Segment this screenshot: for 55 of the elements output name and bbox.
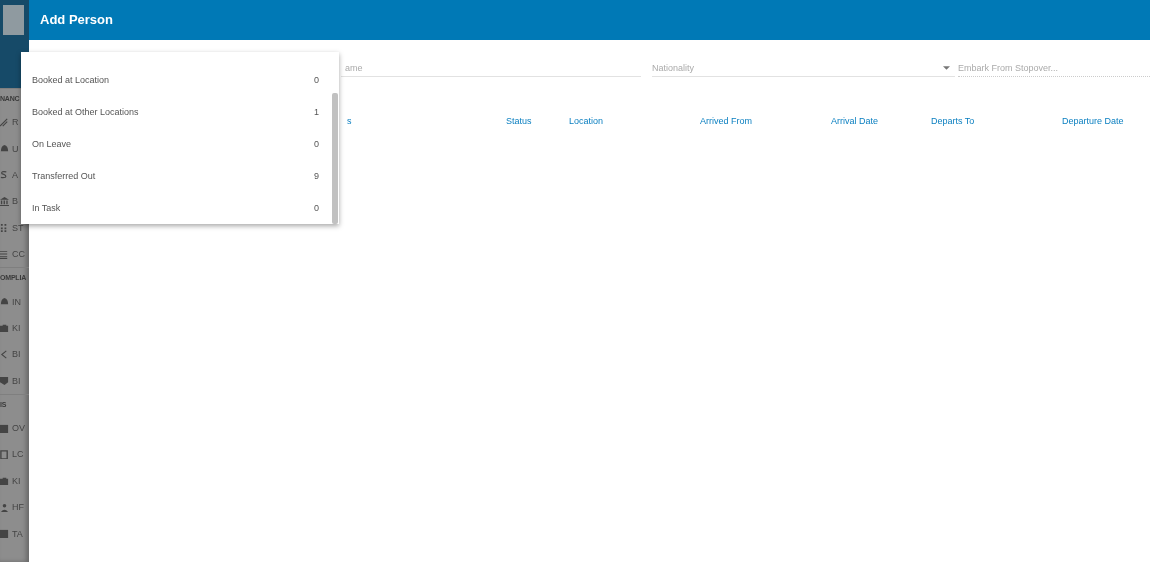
bell-icon (0, 297, 9, 307)
item-label: In Task (32, 203, 61, 213)
sidebar-item[interactable]: B (0, 188, 18, 215)
item-label: On Leave (32, 139, 72, 149)
item-count: 0 (314, 139, 319, 149)
item-count: 0 (314, 203, 319, 213)
slash-icon (0, 117, 9, 127)
column-header[interactable]: Departs To (931, 115, 1062, 127)
sidebar-item[interactable]: IN (0, 288, 21, 315)
item-label: Transferred Out (32, 171, 96, 181)
sidebar-item[interactable]: U (0, 135, 19, 162)
sidebar-item[interactable]: LC (0, 441, 24, 468)
bell-icon (0, 144, 9, 154)
menu-item[interactable]: On Leave 0 (21, 128, 332, 160)
item-count: 0 (314, 75, 319, 85)
sidebar-item[interactable]: BI (0, 367, 21, 394)
column-header[interactable]: Departure Date (1062, 115, 1124, 127)
logo-icon (3, 5, 24, 35)
caret-icon (943, 65, 950, 70)
sidebar-item[interactable]: OV (0, 414, 25, 442)
sidebar-item[interactable]: HF (0, 494, 24, 521)
menu-item[interactable]: In Task 0 (21, 192, 332, 224)
door-icon (0, 450, 9, 459)
shield-icon (0, 376, 9, 386)
menu-item[interactable]: Transferred Out 9 (21, 160, 332, 192)
column-header[interactable]: Location (569, 115, 700, 127)
column-header[interactable]: Status (506, 115, 569, 127)
dollar-icon (0, 170, 9, 180)
sidebar-item[interactable]: BI (0, 341, 21, 368)
scrollbar-thumb[interactable] (332, 93, 338, 224)
input-field[interactable]: Embark From Stopover... (958, 59, 1150, 77)
share-icon (0, 349, 9, 359)
list-icon (0, 249, 9, 259)
sidebar-item[interactable]: ST (0, 214, 24, 241)
dialog-title: Add Person (29, 0, 1150, 40)
item-label: Booked at Location (32, 75, 110, 85)
grid-icon (0, 223, 9, 233)
column-header[interactable]: Arrived From (700, 115, 831, 127)
sidebar-item[interactable]: CC (0, 240, 25, 268)
bank-icon (0, 196, 9, 206)
item-label: Booked at Other Locations (32, 107, 139, 117)
item-count: 9 (314, 171, 319, 181)
briefcase-icon (0, 323, 9, 333)
person-icon (0, 502, 9, 512)
column-header[interactable]: Arrival Date (831, 115, 931, 127)
select-field[interactable]: Nationality (652, 59, 955, 77)
input-field[interactable]: ame (341, 59, 641, 77)
item-count: 1 (314, 107, 319, 117)
sidebar-item[interactable]: A (0, 161, 18, 189)
sidebar-item[interactable]: KI (0, 314, 21, 342)
sidebar-item[interactable]: TA (0, 520, 23, 547)
sidebar-item[interactable]: KI (0, 467, 21, 495)
briefcase-icon (0, 476, 9, 486)
sidebar-item[interactable]: R (0, 109, 19, 136)
column-header[interactable]: s (347, 115, 506, 127)
